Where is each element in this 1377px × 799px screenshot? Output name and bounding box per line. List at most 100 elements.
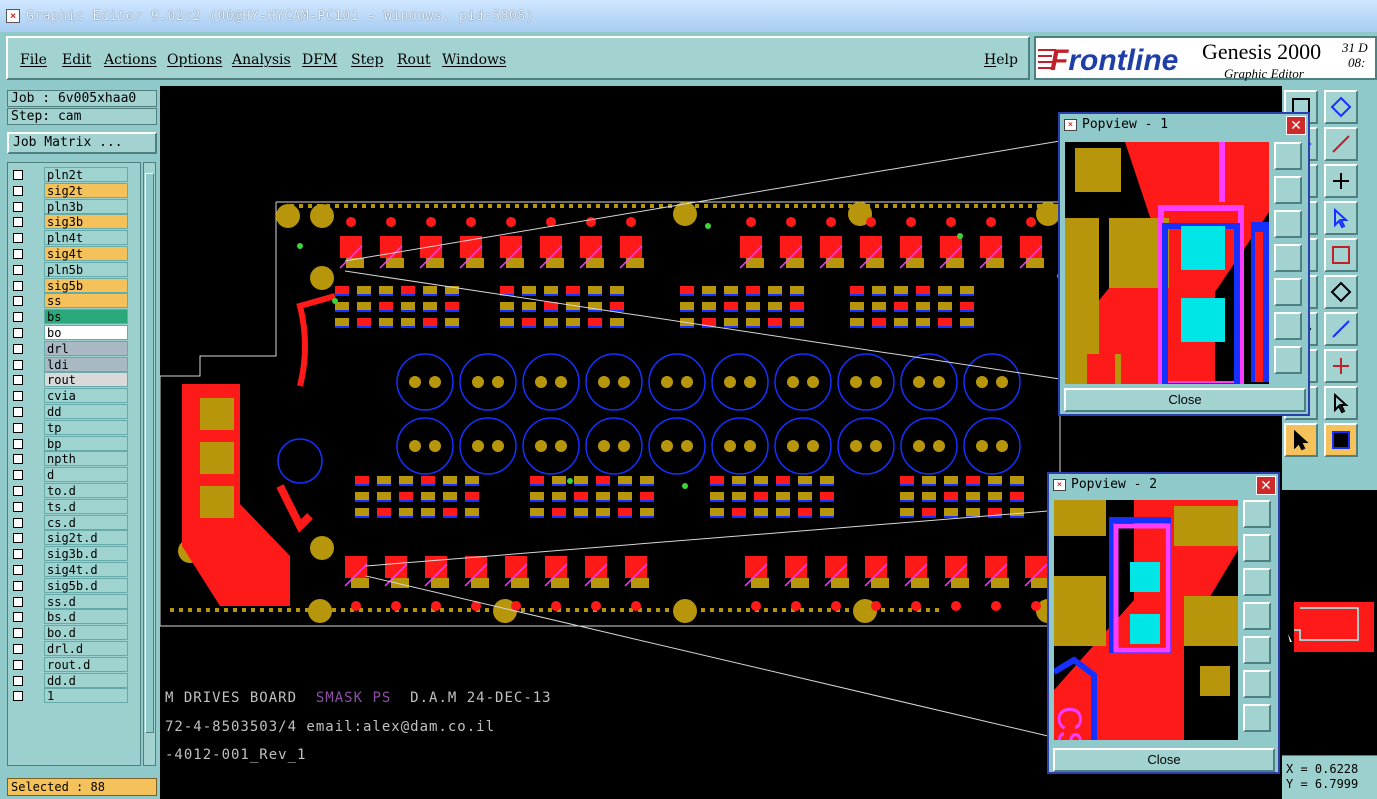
layer-name[interactable]: bp xyxy=(44,435,128,451)
menu-edit[interactable]: Edit xyxy=(62,52,91,68)
layer-checkbox[interactable] xyxy=(13,470,23,481)
layer-row[interactable]: to.d xyxy=(8,483,140,499)
layer-row[interactable]: rout xyxy=(8,372,140,388)
layer-checkbox[interactable] xyxy=(13,454,23,465)
layer-row[interactable]: drl xyxy=(8,340,140,357)
tool-button[interactable] xyxy=(1324,275,1358,309)
layer-checkbox[interactable] xyxy=(13,486,23,496)
tool-button[interactable] xyxy=(1324,164,1358,198)
layer-checkbox[interactable] xyxy=(13,517,23,528)
layer-row[interactable]: sig5b xyxy=(8,277,140,294)
layer-name[interactable]: cvia xyxy=(44,388,128,404)
layer-checkbox[interactable] xyxy=(13,501,23,512)
layer-name[interactable]: cs.d xyxy=(44,514,128,530)
layer-row[interactable]: sig4t.d xyxy=(8,562,140,578)
layer-row[interactable]: ss.d xyxy=(8,593,140,610)
tool-button[interactable] xyxy=(1324,312,1358,346)
tool-button[interactable] xyxy=(1324,349,1358,383)
layer-name[interactable]: sig4t xyxy=(44,246,128,261)
layer-name[interactable]: dd.d xyxy=(44,672,128,688)
job-matrix-button[interactable]: Job Matrix ... xyxy=(7,132,157,154)
layer-checkbox[interactable] xyxy=(13,296,23,307)
layer-name[interactable]: drl.d xyxy=(44,641,128,656)
layer-checkbox[interactable] xyxy=(13,644,23,654)
layer-row[interactable]: sig4t xyxy=(8,246,140,262)
tool-button[interactable] xyxy=(1324,386,1358,420)
popview-zoom-in-button[interactable] xyxy=(1274,176,1302,204)
layer-checkbox[interactable] xyxy=(13,359,23,370)
layer-row[interactable]: bo xyxy=(8,325,140,341)
layer-checkbox[interactable] xyxy=(13,343,23,354)
layer-checkbox[interactable] xyxy=(13,565,23,575)
layer-checkbox[interactable] xyxy=(13,533,23,544)
layer-row[interactable]: tp xyxy=(8,419,140,436)
overview-minimap[interactable] xyxy=(1284,590,1377,662)
menu-options[interactable]: Options xyxy=(167,52,222,68)
layer-name[interactable]: pln2t xyxy=(44,167,128,182)
layer-checkbox[interactable] xyxy=(13,612,23,623)
menu-dfm[interactable]: DFM xyxy=(302,52,337,68)
menu-actions[interactable]: Actions xyxy=(104,52,157,68)
layer-checkbox[interactable] xyxy=(13,596,23,607)
layer-checkbox[interactable] xyxy=(13,375,23,386)
layer-name[interactable]: sig3b.d xyxy=(44,546,128,562)
layer-checkbox[interactable] xyxy=(13,264,23,275)
layer-name[interactable]: rout xyxy=(44,372,128,388)
popview-zoom-out-button[interactable] xyxy=(1243,568,1271,596)
layer-name[interactable]: ts.d xyxy=(44,498,128,514)
tool-button[interactable] xyxy=(1324,90,1358,124)
popview-zoom-fit-button[interactable] xyxy=(1274,142,1302,170)
layer-checkbox[interactable] xyxy=(13,201,23,212)
layer-row[interactable]: 1 xyxy=(8,688,140,704)
layer-checkbox[interactable] xyxy=(13,659,23,670)
popview-2-zoom-view[interactable]: CS xyxy=(1054,500,1238,740)
layer-name[interactable]: sig3b xyxy=(44,214,128,230)
layer-name[interactable]: ss.d xyxy=(44,593,128,609)
popview-pan-left-button[interactable] xyxy=(1243,602,1271,630)
layer-row[interactable]: rout.d xyxy=(8,656,140,673)
layer-list-scrollbar[interactable] xyxy=(143,162,156,766)
layer-row[interactable]: cs.d xyxy=(8,514,140,531)
layer-name[interactable]: npth xyxy=(44,451,128,467)
popview-2-close-button[interactable]: Close xyxy=(1053,748,1275,772)
layer-checkbox[interactable] xyxy=(13,328,23,338)
popview-center-button[interactable] xyxy=(1274,312,1302,340)
layer-name[interactable]: sig4t.d xyxy=(44,562,128,577)
layer-name[interactable]: sig2t xyxy=(44,182,128,198)
layer-row[interactable]: bp xyxy=(8,435,140,452)
popview-1-close-button[interactable]: Close xyxy=(1064,388,1306,412)
menu-analysis[interactable]: Analysis xyxy=(232,52,291,68)
layer-row[interactable]: bs xyxy=(8,309,140,325)
layer-checkbox[interactable] xyxy=(13,675,23,686)
layer-row[interactable]: pln3b xyxy=(8,198,140,215)
layer-row[interactable]: ldi xyxy=(8,356,140,373)
layer-name[interactable]: tp xyxy=(44,419,128,435)
layer-name[interactable]: d xyxy=(44,467,128,483)
layer-checkbox[interactable] xyxy=(13,233,23,244)
popview-1-zoom-view[interactable] xyxy=(1065,142,1269,384)
layer-row[interactable]: dd xyxy=(8,404,140,420)
tool-button[interactable] xyxy=(1324,423,1358,457)
layer-checkbox[interactable] xyxy=(13,217,23,228)
layer-name[interactable]: dd xyxy=(44,404,128,419)
layer-row[interactable]: npth xyxy=(8,451,140,467)
layer-row[interactable]: ss xyxy=(8,293,140,309)
layer-name[interactable]: bo.d xyxy=(44,625,128,641)
tool-button[interactable] xyxy=(1284,423,1318,457)
layer-checkbox[interactable] xyxy=(13,691,23,702)
layer-row[interactable]: d xyxy=(8,467,140,483)
popview-zoom-in-button[interactable] xyxy=(1243,534,1271,562)
layer-name[interactable]: ldi xyxy=(44,356,128,372)
layer-name[interactable]: bs xyxy=(44,309,128,325)
layer-name[interactable]: sig5b.d xyxy=(44,577,128,593)
layer-checkbox[interactable] xyxy=(13,549,23,560)
layer-name[interactable]: pln5b xyxy=(44,261,128,277)
popview-center-button[interactable] xyxy=(1243,670,1271,698)
layer-checkbox[interactable] xyxy=(13,185,23,196)
popview-1-close-icon[interactable]: ✕ xyxy=(1286,116,1306,135)
layer-name[interactable]: to.d xyxy=(44,483,128,498)
popview-pan-right-button[interactable] xyxy=(1274,278,1302,306)
menu-file[interactable]: File xyxy=(20,52,47,68)
layer-name[interactable]: pln3b xyxy=(44,198,128,214)
layer-checkbox[interactable] xyxy=(13,280,23,291)
